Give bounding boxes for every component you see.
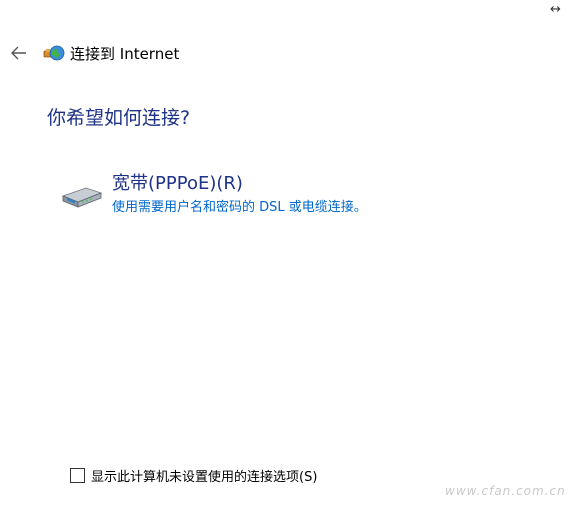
option-title: 宽带(PPPoE)(R): [112, 173, 243, 194]
resize-icon[interactable]: ↔: [550, 2, 561, 17]
back-button[interactable]: [8, 42, 30, 64]
show-unset-options-checkbox[interactable]: [70, 468, 85, 483]
option-text: 宽带(PPPoE)(R) 使用需要用户名和密码的 DSL 或电缆连接。: [112, 170, 367, 218]
wizard-title: 连接到 Internet: [70, 44, 180, 63]
back-arrow-icon: [11, 46, 26, 60]
option-description: 使用需要用户名和密码的 DSL 或电缆连接。: [112, 200, 367, 215]
broadband-modem-icon: [61, 187, 103, 208]
network-globe-icon: [43, 45, 65, 61]
connect-internet-window: ↔ 连接到 Internet 你希望如何连接? 宽带(PPPoE)(R) 使用需…: [0, 0, 588, 509]
checkbox-label[interactable]: 显示此计算机未设置使用的连接选项(S): [91, 466, 317, 485]
watermark: www.cfan.com.cn: [445, 484, 566, 498]
wizard-header: 连接到 Internet: [8, 40, 179, 66]
show-options-row: 显示此计算机未设置使用的连接选项(S): [70, 466, 317, 485]
broadband-pppoe-option[interactable]: 宽带(PPPoE)(R) 使用需要用户名和密码的 DSL 或电缆连接。: [60, 170, 367, 218]
page-heading: 你希望如何连接?: [47, 107, 191, 129]
